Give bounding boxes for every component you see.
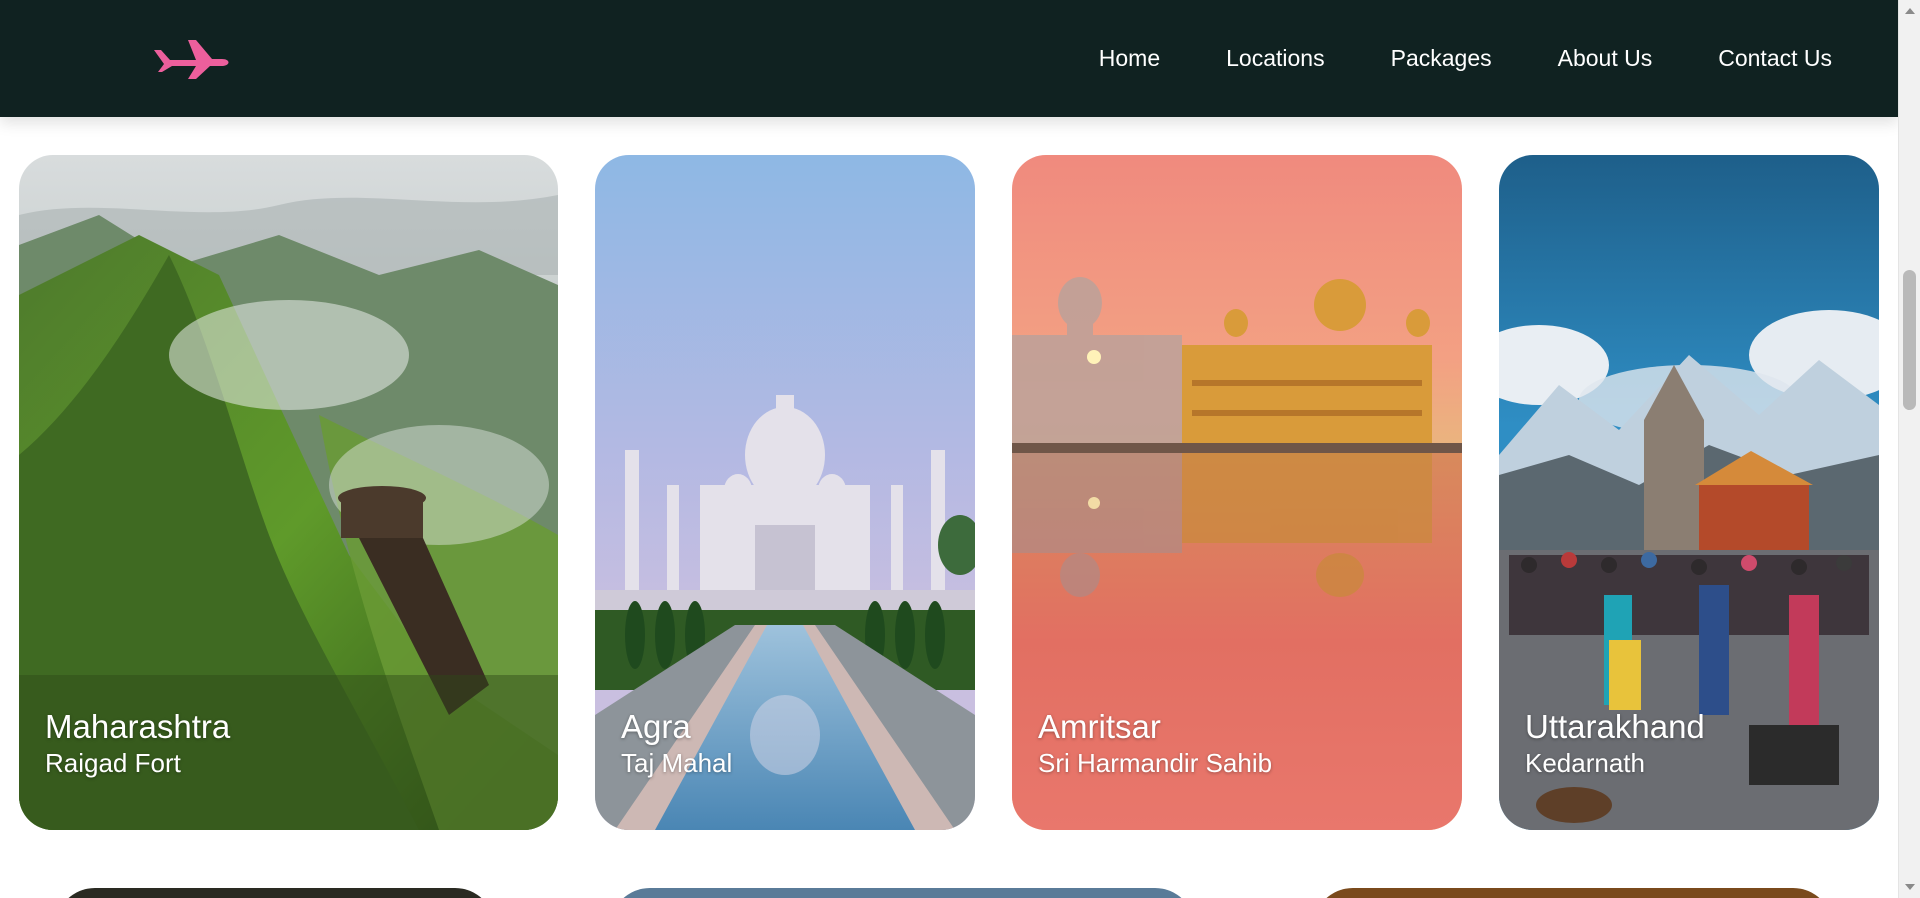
page: Home Locations Packages About Us Contact… [0,0,1898,898]
card-caption: Agra Taj Mahal [621,708,732,780]
card-subtitle: Raigad Fort [45,748,181,778]
card-subtitle: Kedarnath [1525,748,1645,778]
scroll-up-arrow-icon[interactable] [1905,8,1915,14]
card-title: Agra [621,708,691,745]
nav-contact-link[interactable]: Contact Us [1718,45,1832,72]
location-card-uttarakhand[interactable]: Uttarakhand Kedarnath [1499,155,1879,830]
airplane-icon[interactable] [150,36,232,80]
location-card-agra[interactable]: Agra Taj Mahal [595,155,975,830]
card-subtitle: Taj Mahal [621,748,733,778]
nav-packages-link[interactable]: Packages [1391,45,1492,72]
location-card-maharashtra[interactable]: Maharashtra Raigad Fort [19,155,558,830]
card-title: Amritsar [1038,708,1161,745]
scrollbar-thumb[interactable] [1903,270,1916,410]
location-card-peek[interactable] [610,888,1195,898]
scroll-down-arrow-icon[interactable] [1905,884,1915,890]
nav-menu: Home Locations Packages About Us Contact… [1099,0,1832,117]
location-card-amritsar[interactable]: Amritsar Sri Harmandir Sahib [1012,155,1462,830]
nav-home-link[interactable]: Home [1099,45,1160,72]
card-title: Maharashtra [45,708,231,745]
card-caption: Maharashtra Raigad Fort [45,708,230,780]
card-subtitle: Sri Harmandir Sahib [1038,748,1273,778]
card-title: Uttarakhand [1525,708,1705,745]
navbar: Home Locations Packages About Us Contact… [0,0,1898,117]
location-card-peek[interactable] [55,888,495,898]
nav-about-link[interactable]: About Us [1558,45,1653,72]
location-card-peek[interactable] [1313,888,1833,898]
vertical-scrollbar[interactable] [1898,0,1920,898]
nav-locations-link[interactable]: Locations [1226,45,1324,72]
card-caption: Amritsar Sri Harmandir Sahib [1038,708,1272,780]
card-caption: Uttarakhand Kedarnath [1525,708,1705,780]
